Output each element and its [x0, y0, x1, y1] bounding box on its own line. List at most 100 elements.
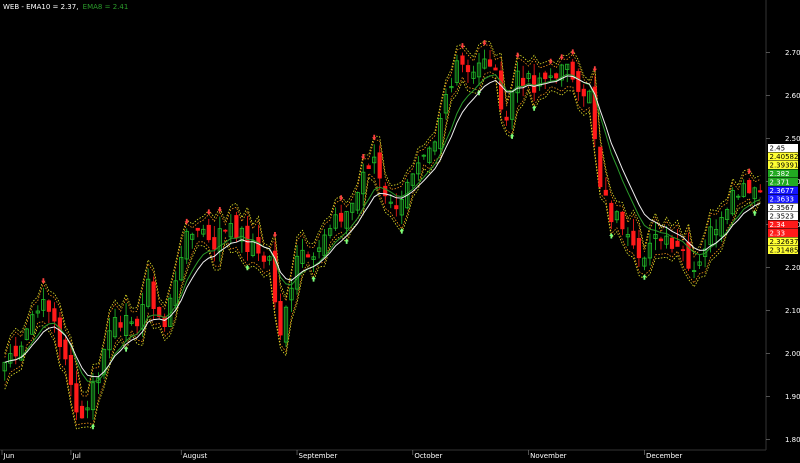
candle-layer [2, 49, 763, 421]
candle [355, 191, 360, 214]
sell-arrow-icon [747, 168, 752, 175]
candle [752, 186, 757, 207]
symbol-ema10: WEB - EMA10 = 2.37, [3, 3, 78, 11]
x-month-label: Jun [3, 452, 15, 460]
candle [493, 64, 498, 71]
ema10-line [4, 75, 761, 378]
candle [625, 227, 631, 246]
candle [636, 229, 642, 267]
sell-arrow-icon [206, 209, 211, 215]
candle-body [79, 405, 85, 419]
candle [112, 308, 118, 339]
candle [217, 216, 222, 262]
candle-body [338, 212, 344, 222]
price-badge-label: 2.39391 [770, 161, 799, 169]
candle-body [13, 345, 18, 357]
candle-body [603, 189, 608, 196]
candle [377, 145, 382, 190]
ema8-legend: EMA8 = 2.41 [83, 3, 129, 11]
candle [432, 140, 438, 156]
candle-body [521, 77, 526, 87]
candle [603, 177, 608, 196]
y-tick-label: 2.100 [785, 307, 800, 315]
candle-body [620, 211, 625, 230]
candle [509, 91, 515, 130]
candle-body [46, 300, 52, 312]
price-badge-label: 2.3677 [770, 187, 795, 195]
candle [758, 184, 763, 194]
candle [658, 236, 664, 250]
candle [736, 194, 741, 200]
candle [190, 232, 195, 249]
candle [647, 233, 653, 266]
candle-body [377, 152, 382, 179]
candle [157, 306, 162, 319]
price-chart[interactable]: 2.7002.6002.5002.4002.3002.2002.1002.000… [0, 0, 800, 463]
candle-body [747, 179, 752, 194]
candle [471, 65, 476, 84]
candle [294, 245, 300, 295]
candle [350, 202, 355, 221]
candle [300, 238, 305, 268]
candle [283, 305, 289, 347]
candle [449, 77, 454, 93]
candle [482, 49, 487, 70]
x-month-label: August [183, 452, 208, 460]
candle [576, 68, 581, 101]
candle [261, 251, 267, 269]
candle [124, 303, 129, 343]
candle-body [68, 354, 73, 385]
buy-arrow-icon [123, 346, 129, 352]
candle [465, 59, 471, 83]
x-month-label: December [646, 452, 682, 460]
candle [372, 144, 377, 174]
candle-body [675, 240, 680, 247]
candle [85, 400, 90, 419]
candle-body [118, 322, 123, 328]
candle [504, 110, 509, 126]
candle [692, 261, 697, 279]
candle [680, 245, 686, 262]
candle [79, 400, 85, 419]
candle [598, 146, 603, 190]
y-tick-label: 2.000 [785, 350, 800, 358]
candle [620, 210, 625, 236]
candle [74, 370, 79, 421]
candle [587, 89, 592, 104]
candle [460, 52, 465, 73]
candle [410, 173, 415, 189]
sell-arrow-icon [548, 58, 553, 65]
sell-arrow-icon [272, 232, 278, 238]
candle-body [554, 73, 559, 79]
candle [168, 293, 173, 327]
candle-body [658, 238, 664, 242]
candle-body [598, 146, 603, 188]
candle-body [278, 300, 283, 336]
candle-body [366, 165, 371, 169]
candle [570, 58, 575, 83]
candle [129, 316, 134, 326]
candle [272, 241, 278, 309]
x-axis-labels: Jun Jul August September October November Dece… [1, 450, 682, 460]
buy-arrow-icon [90, 423, 96, 430]
x-month-label: October [414, 452, 442, 460]
candle [730, 187, 735, 216]
price-badge-label: 2.3523 [770, 212, 795, 220]
candle-body [680, 249, 686, 252]
price-label-stack: 2.452.405822.393912.3822.3712.36772.3633… [768, 144, 798, 254]
sell-arrow-icon [372, 134, 377, 141]
candle [41, 287, 46, 318]
candle-body [498, 70, 504, 110]
candle-body [305, 254, 311, 258]
candle [250, 233, 255, 258]
candle-body [394, 205, 399, 210]
candle [24, 327, 29, 341]
candle-body [63, 339, 68, 360]
candle [532, 63, 537, 102]
candle [443, 88, 449, 120]
price-badge-label: 2.33 [770, 229, 786, 237]
candle [697, 254, 702, 270]
candle-body [581, 88, 586, 97]
candle [565, 63, 570, 83]
candle [631, 218, 636, 249]
